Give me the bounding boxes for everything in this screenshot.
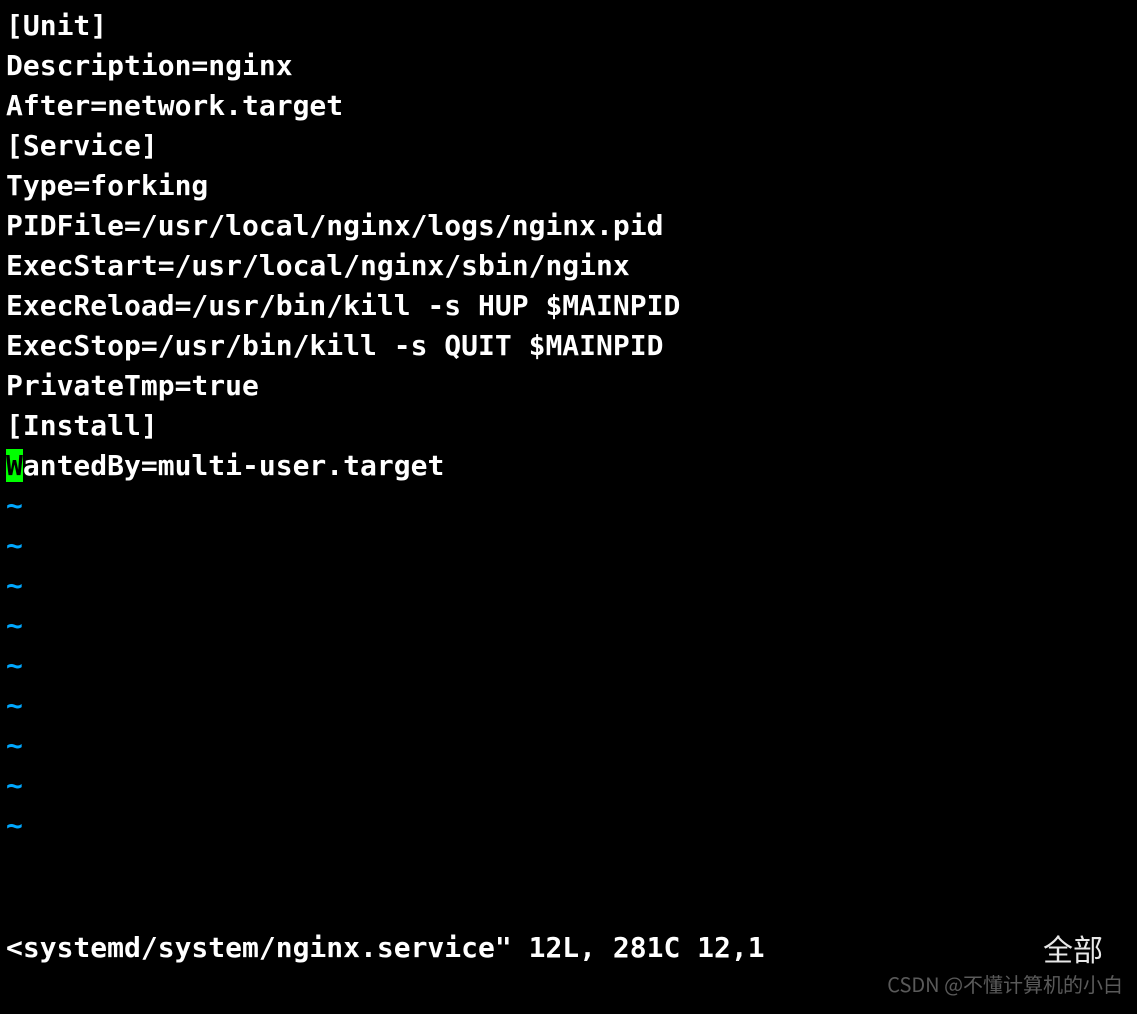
editor-line[interactable]: PrivateTmp=true (6, 366, 1137, 406)
editor-line[interactable]: ExecStart=/usr/local/nginx/sbin/nginx (6, 246, 1137, 286)
empty-line-tilde: ~ (6, 566, 1137, 606)
source-watermark: CSDN @不懂计算机的小白 (887, 964, 1123, 1004)
status-file-info: <systemd/system/nginx.service" 12L, 281C… (6, 928, 765, 968)
empty-line-tilde: ~ (6, 806, 1137, 846)
editor-line[interactable]: [Unit] (6, 6, 1137, 46)
empty-line-tilde: ~ (6, 486, 1137, 526)
editor-line[interactable]: [Service] (6, 126, 1137, 166)
editor-line[interactable]: [Install] (6, 406, 1137, 446)
status-position: 全部 (1043, 928, 1131, 968)
editor-line[interactable]: ExecReload=/usr/bin/kill -s HUP $MAINPID (6, 286, 1137, 326)
editor-line[interactable]: Type=forking (6, 166, 1137, 206)
editor-line[interactable]: PIDFile=/usr/local/nginx/logs/nginx.pid (6, 206, 1137, 246)
vim-terminal[interactable]: [Unit]Description=nginxAfter=network.tar… (0, 0, 1137, 1014)
editor-line[interactable]: After=network.target (6, 86, 1137, 126)
empty-line-tilde: ~ (6, 606, 1137, 646)
editor-buffer[interactable]: [Unit]Description=nginxAfter=network.tar… (6, 6, 1137, 846)
editor-line[interactable]: Description=nginx (6, 46, 1137, 86)
editor-line[interactable]: WantedBy=multi-user.target (6, 446, 1137, 486)
editor-line[interactable]: ExecStop=/usr/bin/kill -s QUIT $MAINPID (6, 326, 1137, 366)
empty-line-tilde: ~ (6, 526, 1137, 566)
empty-line-tilde: ~ (6, 686, 1137, 726)
empty-line-tilde: ~ (6, 646, 1137, 686)
empty-line-tilde: ~ (6, 726, 1137, 766)
text-cursor: W (6, 449, 23, 482)
empty-line-tilde: ~ (6, 766, 1137, 806)
vim-status-bar: <systemd/system/nginx.service" 12L, 281C… (6, 928, 1131, 968)
